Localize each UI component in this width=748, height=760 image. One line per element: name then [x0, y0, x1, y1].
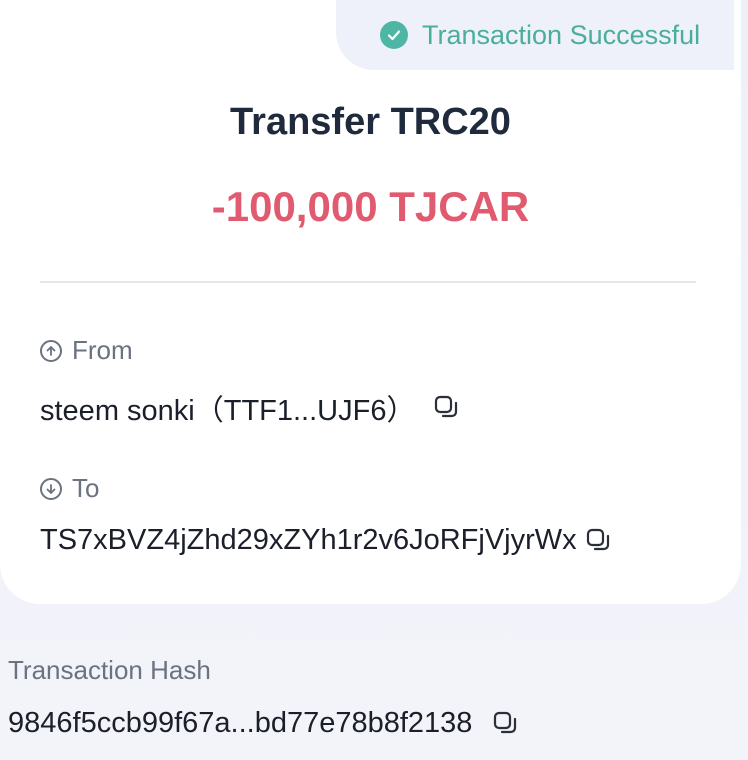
to-address: TS7xBVZ4jZhd29xZYh1r2v6JoRFjVjyrWx [40, 524, 577, 556]
from-label-row: From [40, 335, 133, 366]
from-label: From [72, 335, 133, 365]
divider [40, 281, 696, 283]
from-value-row: steem sonki（TTF1...UJF6） [40, 387, 461, 429]
status-text: Transaction Successful [422, 19, 701, 50]
transaction-hash-value: 9846f5ccb99f67a...bd77e78b8f2138 [8, 707, 473, 739]
to-label: To [72, 473, 100, 503]
transaction-hash-label: Transaction Hash [8, 655, 211, 685]
transfer-amount: -100,000 TJCAR [211, 183, 530, 230]
transaction-hash-row: 9846f5ccb99f67a...bd77e78b8f2138 [8, 707, 520, 740]
to-value-row: TS7xBVZ4jZhd29xZYh1r2v6JoRFjVjyrWx [40, 524, 613, 557]
transaction-card: Transaction Successful Transfer TRC20 -1… [0, 0, 741, 604]
arrow-down-circle-icon [40, 477, 62, 500]
copy-icon[interactable] [585, 527, 613, 555]
from-address: steem sonki（TTF1...UJF6） [40, 395, 416, 427]
status-badge: Transaction Successful [336, 0, 734, 70]
copy-icon[interactable] [433, 394, 461, 422]
page-title: Transfer TRC20 [230, 101, 511, 143]
to-label-row: To [40, 473, 99, 504]
check-circle-icon [380, 21, 408, 49]
copy-icon[interactable] [492, 710, 520, 738]
arrow-up-circle-icon [40, 339, 62, 362]
